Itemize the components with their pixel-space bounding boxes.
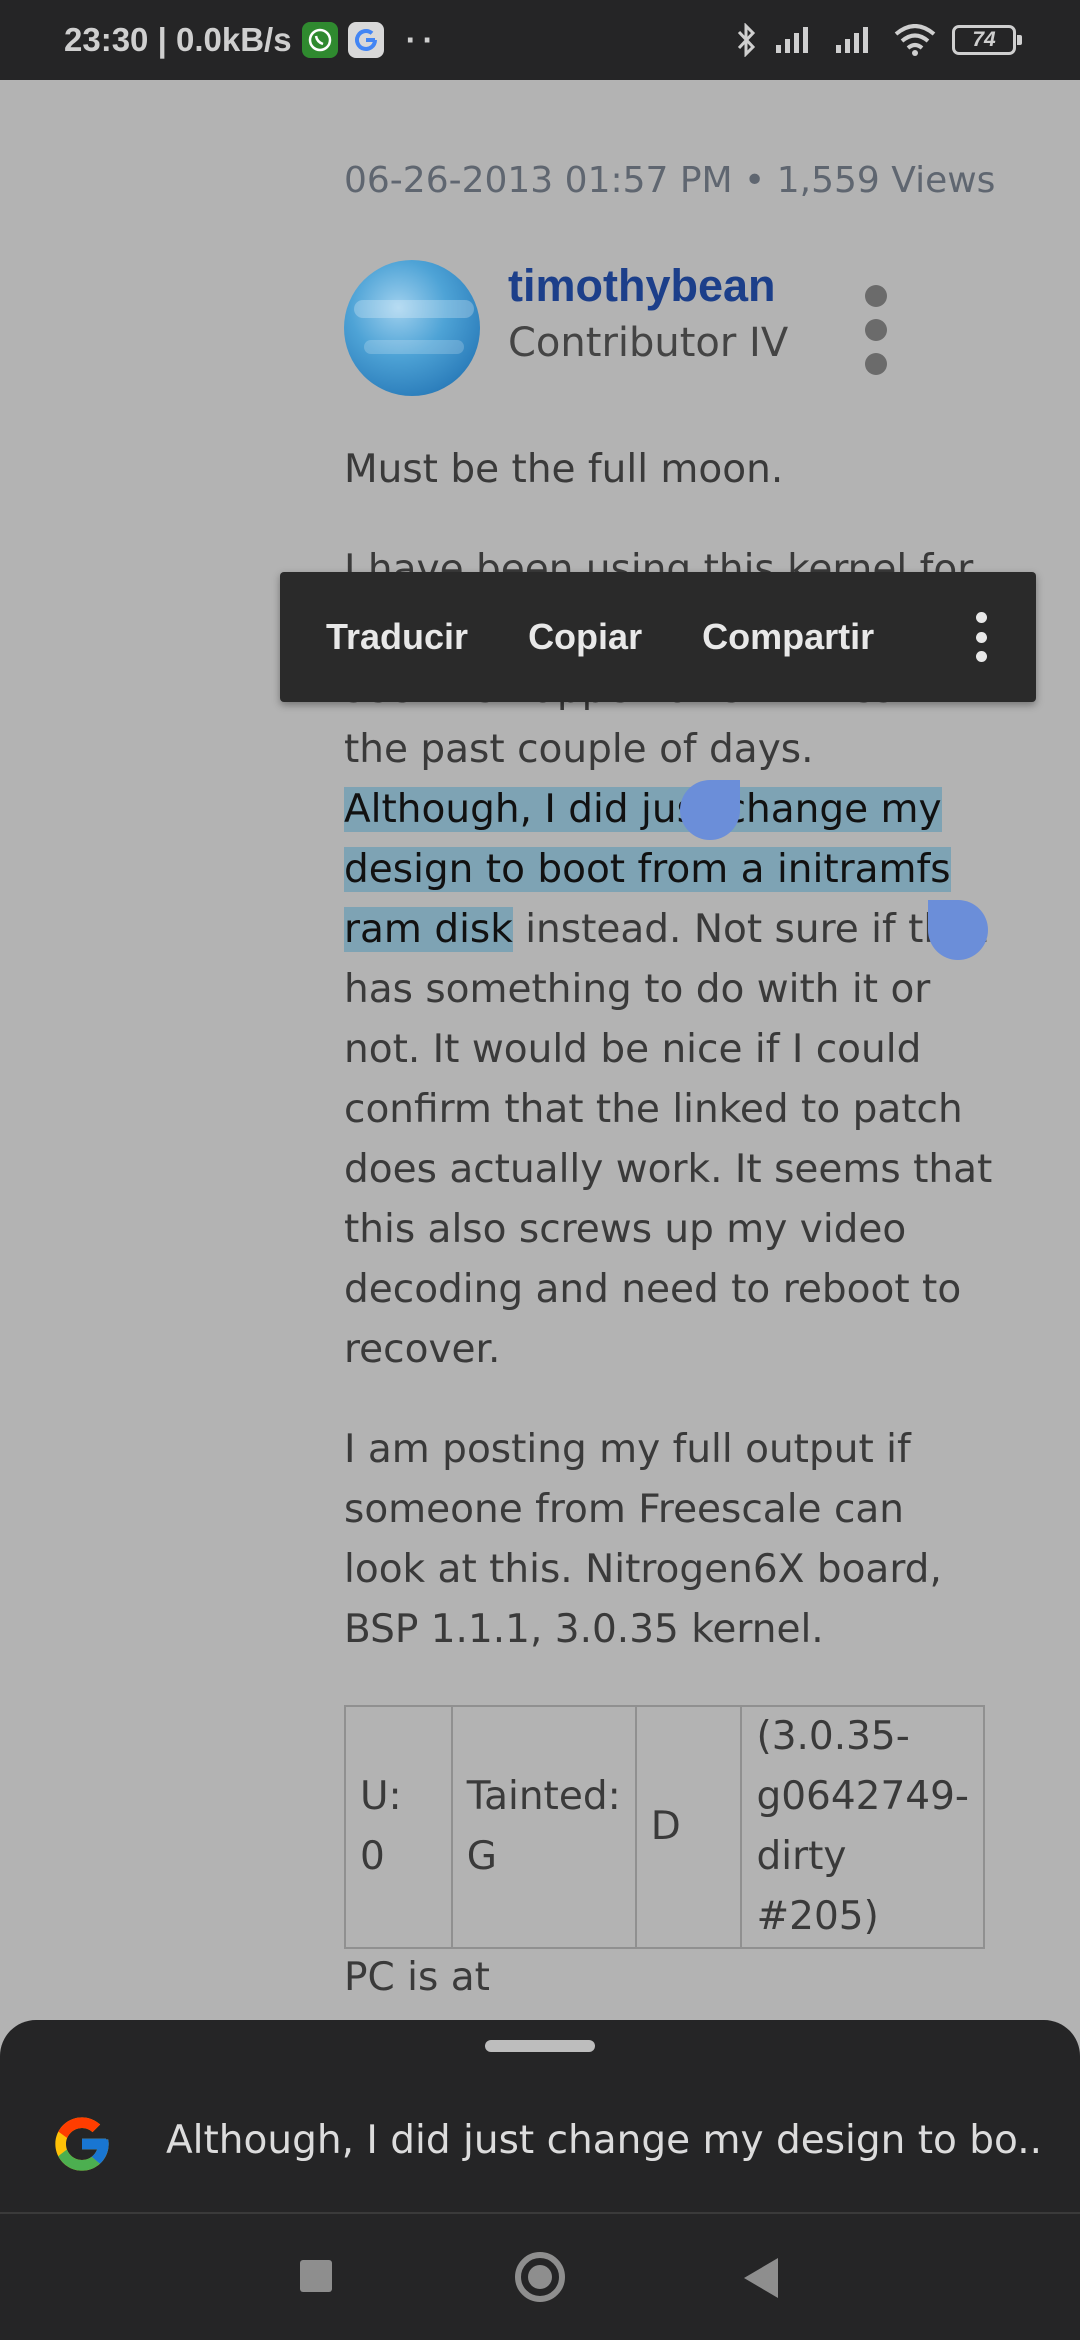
google-logo-icon [55, 2117, 109, 2171]
author-name[interactable]: timothybean [508, 260, 776, 312]
avatar[interactable] [344, 260, 480, 396]
google-bottom-sheet[interactable]: Although, I did just change my design to… [0, 2020, 1080, 2212]
selection-end-handle[interactable] [928, 900, 988, 960]
text-after-selection: instead. Not sure if that has something … [344, 907, 993, 1372]
share-button[interactable]: Compartir [702, 616, 874, 658]
battery-icon: 74 [952, 25, 1022, 55]
more-notifications-icon: ·· [405, 21, 440, 58]
status-time-speed: 23:30 | 0.0kB/s [64, 21, 292, 58]
table-cell: D [634, 1705, 743, 1949]
post-paragraph-3: I am posting my full output if someone f… [344, 1427, 942, 1652]
google-icon [347, 22, 384, 58]
post-text-after-table: PC is at [344, 1955, 490, 2000]
more-options-icon[interactable] [974, 612, 988, 662]
sheet-selected-text[interactable]: Although, I did just change my design to… [166, 2118, 1046, 2163]
post-paragraph-1: Must be the full moon. [344, 447, 784, 492]
post-meta: 06-26-2013 01:57 PM • 1,559 Views [344, 160, 996, 201]
table-cell: U: 0 [344, 1705, 453, 1949]
table-row: U: 0 Tainted: G D (3.0.35-g0642749-dirty… [344, 1705, 985, 1949]
home-icon[interactable] [515, 2252, 565, 2302]
back-icon[interactable] [744, 2258, 778, 2298]
table-cell: (3.0.35-g0642749-dirty #205) [740, 1705, 985, 1949]
battery-level: 74 [972, 28, 996, 51]
translate-button[interactable]: Traducir [326, 616, 468, 658]
whatsapp-icon [301, 22, 338, 58]
post-options-icon[interactable] [862, 285, 890, 375]
status-left: 23:30 | 0.0kB/s ·· [64, 21, 440, 59]
table-cell: Tainted: G [450, 1705, 637, 1949]
bluetooth-icon [737, 23, 756, 57]
signal-icon [776, 27, 808, 53]
recents-icon[interactable] [300, 2260, 332, 2292]
signal-icon-2 [836, 27, 868, 53]
status-right: 74 [736, 23, 1022, 57]
output-table: U: 0 Tainted: G D (3.0.35-g0642749-dirty… [344, 1705, 985, 1949]
wifi-icon [894, 24, 936, 56]
navigation-bar [0, 2212, 1080, 2340]
author-rank: Contributor IV [508, 320, 789, 366]
sheet-drag-handle[interactable] [485, 2040, 595, 2052]
page-content[interactable]: 06-26-2013 01:57 PM • 1,559 Views timoth… [0, 80, 1080, 2020]
text-selection-toolbar: Traducir Copiar Compartir [280, 572, 1036, 702]
status-bar: 23:30 | 0.0kB/s ·· 74 [0, 0, 1080, 80]
selection-start-handle[interactable] [680, 780, 740, 840]
copy-button[interactable]: Copiar [528, 616, 642, 658]
